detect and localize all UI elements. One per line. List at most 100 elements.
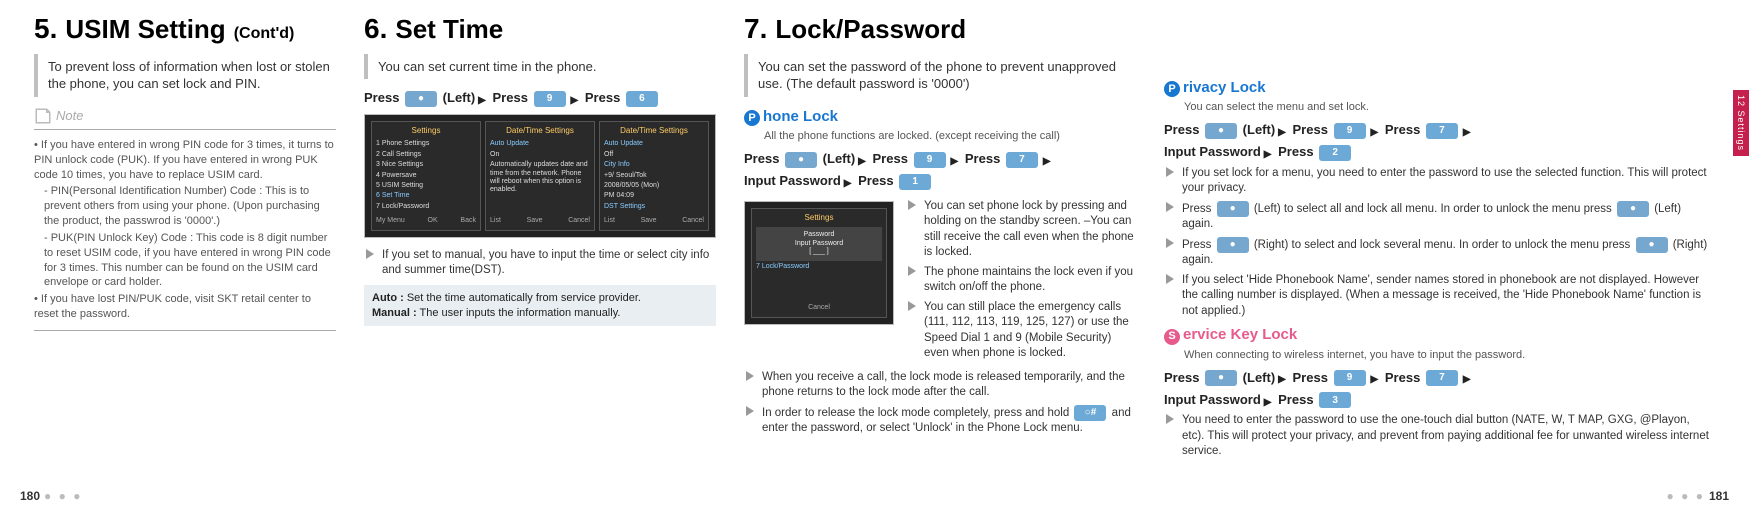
screenshot-panel-auto-off: Date/Time Settings Auto Update Off City … bbox=[599, 121, 709, 231]
phone-lock-heading: Phone Lock bbox=[744, 107, 1136, 127]
bullet-text: If you select 'Hide Phonebook Name', sen… bbox=[1182, 273, 1715, 320]
press-word: Press bbox=[1293, 370, 1328, 385]
bullet-arrow-icon bbox=[1164, 237, 1176, 249]
note-body: • If you have entered in wrong PIN code … bbox=[34, 129, 336, 331]
bullet-arrow-icon bbox=[906, 300, 918, 312]
panel-b-row: On bbox=[490, 151, 590, 159]
press-word: Press bbox=[1164, 122, 1199, 137]
bullet-text: You can still place the emergency calls … bbox=[924, 300, 1136, 362]
arrow-icon bbox=[1278, 122, 1286, 140]
page-right-value: 181 bbox=[1709, 489, 1729, 503]
page-dots-left: ● ● ● bbox=[44, 489, 82, 503]
softkey-icon: ● bbox=[1217, 237, 1249, 253]
panel-c-row: Auto Update bbox=[604, 140, 704, 148]
screenshot-panel-auto-on: Date/Time Settings Auto Update On Automa… bbox=[485, 121, 595, 231]
arrow-icon bbox=[858, 151, 866, 169]
panel-a-row-selected: 6 Set Time bbox=[376, 192, 476, 200]
bullet-text: If you set to manual, you have to input … bbox=[382, 248, 716, 279]
service-key-lock-title: ervice Key Lock bbox=[1183, 326, 1297, 343]
privacy-b1: If you set lock for a menu, you need to … bbox=[1164, 166, 1715, 197]
section-6-press: Press ● (Left) Press 9 Press 6 bbox=[364, 89, 716, 107]
arrow-icon bbox=[1371, 122, 1379, 140]
section-5-usim: 5. USIM Setting (Cont'd) To prevent loss… bbox=[20, 10, 350, 500]
panel-a-softbar: My MenuOKBack bbox=[376, 216, 476, 225]
note-3: - PUK(PIN Unlock Key) Code : This code i… bbox=[34, 231, 336, 290]
arrow-icon bbox=[1264, 392, 1272, 410]
arrow-icon bbox=[1043, 151, 1051, 169]
def-auto-value: Set the time automatically from service … bbox=[407, 292, 641, 304]
press-word: Press bbox=[1293, 122, 1328, 137]
arrow-icon bbox=[1463, 369, 1471, 387]
section-5-contd: (Cont'd) bbox=[234, 23, 295, 45]
note-label: Note bbox=[34, 107, 336, 125]
press-left: (Left) bbox=[443, 90, 476, 105]
phone-lock-b2: The phone maintains the lock even if you… bbox=[906, 265, 1136, 296]
key-6-icon: 6 bbox=[626, 91, 658, 107]
phone-lock-press-2: Input Password Press 1 bbox=[744, 172, 1136, 190]
panel-c-row: Off bbox=[604, 151, 704, 159]
svckey-press-2: Input Password Press 3 bbox=[1164, 391, 1715, 409]
arrow-icon bbox=[1463, 122, 1471, 140]
key-2-icon: 2 bbox=[1319, 145, 1351, 161]
bullet-text: Press ● (Right) to select and lock sever… bbox=[1182, 237, 1715, 269]
bullet-arrow-icon bbox=[1164, 413, 1176, 425]
bullet-arrow-icon bbox=[906, 199, 918, 211]
side-tab-label: 12 Settings bbox=[1735, 95, 1747, 151]
page-dots-right: ● ● ● bbox=[1667, 489, 1705, 503]
section-7-lock-password: 7. Lock/Password You can set the passwor… bbox=[730, 10, 1150, 500]
note-1: • If you have entered in wrong PIN code … bbox=[34, 138, 336, 183]
press-left: (Left) bbox=[1243, 122, 1276, 137]
press-word-1: Press bbox=[364, 90, 399, 105]
note-4: • If you have lost PIN/PUK code, visit S… bbox=[34, 292, 336, 322]
popup-field: [ ___ ] bbox=[760, 248, 878, 256]
screenshot-phone-lock: Settings Password Input Password [ ___ ]… bbox=[744, 201, 894, 325]
key-9-icon: 9 bbox=[914, 152, 946, 168]
section-7-right: Privacy Lock You can select the menu and… bbox=[1150, 10, 1729, 500]
press-input-password: Input Password bbox=[1164, 144, 1261, 159]
phone-lock-press-1: Press ● (Left) Press 9 Press 7 bbox=[744, 150, 1136, 168]
definition-box: Auto : Set the time automatically from s… bbox=[364, 285, 716, 327]
key-9-icon: 9 bbox=[1334, 370, 1366, 386]
panel-a-row: 5 USIM Setting bbox=[376, 182, 476, 190]
bullet-text: If you set lock for a menu, you need to … bbox=[1182, 166, 1715, 197]
press-word: Press bbox=[1278, 144, 1313, 159]
section-6-heading: 6. Set Time bbox=[364, 10, 716, 48]
section-7-heading: 7. Lock/Password bbox=[744, 10, 1136, 48]
bullet-arrow-icon bbox=[1164, 201, 1176, 213]
softkey-icon: ● bbox=[1217, 201, 1249, 217]
panel-b-header: Date/Time Settings bbox=[490, 126, 590, 137]
panel-b-softbar: ListSaveCancel bbox=[490, 216, 590, 225]
arrow-icon bbox=[571, 90, 579, 108]
def-auto-label: Auto : bbox=[372, 292, 404, 304]
def-manual-label: Manual : bbox=[372, 307, 417, 319]
page-left-value: 180 bbox=[20, 489, 40, 503]
section-7-intro: You can set the password of the phone to… bbox=[744, 54, 1136, 97]
popup-sub: Input Password bbox=[760, 240, 878, 248]
bullet-arrow-icon bbox=[906, 265, 918, 277]
arrow-icon bbox=[844, 173, 852, 191]
softkey-icon: ● bbox=[785, 152, 817, 168]
note-icon bbox=[34, 107, 52, 125]
phone-lock-title: hone Lock bbox=[763, 108, 838, 125]
panel-c-row: +9/ Seoul/Tok bbox=[604, 172, 704, 180]
bullet-text: You need to enter the password to use th… bbox=[1182, 413, 1715, 460]
panel-a-row: 1 Phone Settings bbox=[376, 140, 476, 148]
press-word: Press bbox=[858, 173, 893, 188]
section-number-7: 7. bbox=[744, 10, 767, 48]
softkey-icon: ● bbox=[1205, 123, 1237, 139]
bullet-arrow-icon bbox=[744, 370, 756, 382]
bullet-arrow-icon bbox=[1164, 166, 1176, 178]
press-input-password: Input Password bbox=[744, 173, 841, 188]
privacy-lock-title: rivacy Lock bbox=[1183, 79, 1266, 96]
press-word-2: Press bbox=[493, 90, 528, 105]
side-tab-settings: 12 Settings bbox=[1733, 90, 1749, 156]
section-6-intro: You can set current time in the phone. bbox=[364, 54, 716, 80]
arrow-icon bbox=[951, 151, 959, 169]
key-1-icon: 1 bbox=[899, 174, 931, 190]
press-word: Press bbox=[744, 151, 779, 166]
key-9-icon: 9 bbox=[534, 91, 566, 107]
phone-lock-b4: When you receive a call, the lock mode i… bbox=[744, 370, 1136, 401]
press-word: Press bbox=[1385, 370, 1420, 385]
softkey-icon: ● bbox=[1636, 237, 1668, 253]
panel-a-row: 2 Call Settings bbox=[376, 151, 476, 159]
